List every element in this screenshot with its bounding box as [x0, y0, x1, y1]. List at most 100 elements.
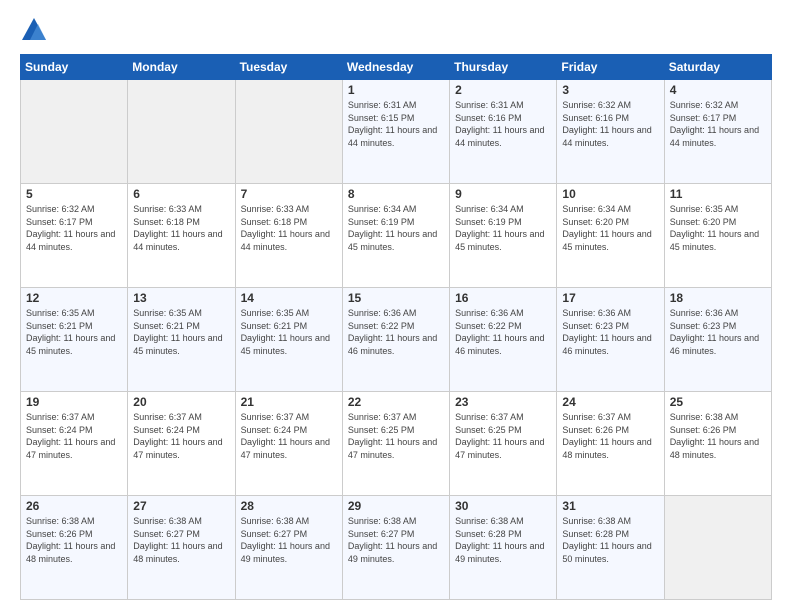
calendar-cell: 3 Sunrise: 6:32 AM Sunset: 6:16 PM Daylig…: [557, 80, 664, 184]
col-header-tuesday: Tuesday: [235, 55, 342, 80]
day-number: 19: [26, 395, 122, 409]
day-info: Sunrise: 6:36 AM Sunset: 6:22 PM Dayligh…: [455, 307, 551, 357]
day-info: Sunrise: 6:36 AM Sunset: 6:23 PM Dayligh…: [670, 307, 766, 357]
calendar-cell: 4 Sunrise: 6:32 AM Sunset: 6:17 PM Daylig…: [664, 80, 771, 184]
day-info: Sunrise: 6:34 AM Sunset: 6:19 PM Dayligh…: [348, 203, 444, 253]
day-info: Sunrise: 6:31 AM Sunset: 6:15 PM Dayligh…: [348, 99, 444, 149]
day-info: Sunrise: 6:38 AM Sunset: 6:28 PM Dayligh…: [455, 515, 551, 565]
calendar-week-1: 1 Sunrise: 6:31 AM Sunset: 6:15 PM Daylig…: [21, 80, 772, 184]
calendar-cell: 29 Sunrise: 6:38 AM Sunset: 6:27 PM Dayli…: [342, 496, 449, 600]
day-number: 8: [348, 187, 444, 201]
calendar-cell: 22 Sunrise: 6:37 AM Sunset: 6:25 PM Dayli…: [342, 392, 449, 496]
day-number: 7: [241, 187, 337, 201]
day-number: 27: [133, 499, 229, 513]
day-info: Sunrise: 6:34 AM Sunset: 6:20 PM Dayligh…: [562, 203, 658, 253]
day-info: Sunrise: 6:35 AM Sunset: 6:21 PM Dayligh…: [241, 307, 337, 357]
day-info: Sunrise: 6:38 AM Sunset: 6:27 PM Dayligh…: [133, 515, 229, 565]
day-number: 14: [241, 291, 337, 305]
calendar-week-5: 26 Sunrise: 6:38 AM Sunset: 6:26 PM Dayli…: [21, 496, 772, 600]
day-number: 13: [133, 291, 229, 305]
day-number: 28: [241, 499, 337, 513]
calendar-cell: 5 Sunrise: 6:32 AM Sunset: 6:17 PM Daylig…: [21, 184, 128, 288]
day-info: Sunrise: 6:36 AM Sunset: 6:22 PM Dayligh…: [348, 307, 444, 357]
day-number: 23: [455, 395, 551, 409]
logo: [20, 16, 52, 44]
calendar-header-row: SundayMondayTuesdayWednesdayThursdayFrid…: [21, 55, 772, 80]
calendar-cell: 27 Sunrise: 6:38 AM Sunset: 6:27 PM Dayli…: [128, 496, 235, 600]
day-number: 2: [455, 83, 551, 97]
calendar-cell: 16 Sunrise: 6:36 AM Sunset: 6:22 PM Dayli…: [450, 288, 557, 392]
col-header-saturday: Saturday: [664, 55, 771, 80]
day-info: Sunrise: 6:34 AM Sunset: 6:19 PM Dayligh…: [455, 203, 551, 253]
day-number: 10: [562, 187, 658, 201]
calendar-cell: 8 Sunrise: 6:34 AM Sunset: 6:19 PM Daylig…: [342, 184, 449, 288]
calendar-week-2: 5 Sunrise: 6:32 AM Sunset: 6:17 PM Daylig…: [21, 184, 772, 288]
day-info: Sunrise: 6:33 AM Sunset: 6:18 PM Dayligh…: [241, 203, 337, 253]
calendar-cell: [664, 496, 771, 600]
day-number: 21: [241, 395, 337, 409]
calendar-table: SundayMondayTuesdayWednesdayThursdayFrid…: [20, 54, 772, 600]
day-number: 26: [26, 499, 122, 513]
day-info: Sunrise: 6:38 AM Sunset: 6:28 PM Dayligh…: [562, 515, 658, 565]
calendar-cell: 2 Sunrise: 6:31 AM Sunset: 6:16 PM Daylig…: [450, 80, 557, 184]
day-number: 17: [562, 291, 658, 305]
day-info: Sunrise: 6:32 AM Sunset: 6:16 PM Dayligh…: [562, 99, 658, 149]
logo-icon: [20, 16, 48, 44]
day-info: Sunrise: 6:38 AM Sunset: 6:27 PM Dayligh…: [241, 515, 337, 565]
calendar-cell: 26 Sunrise: 6:38 AM Sunset: 6:26 PM Dayli…: [21, 496, 128, 600]
day-info: Sunrise: 6:37 AM Sunset: 6:25 PM Dayligh…: [455, 411, 551, 461]
day-info: Sunrise: 6:37 AM Sunset: 6:24 PM Dayligh…: [133, 411, 229, 461]
day-info: Sunrise: 6:31 AM Sunset: 6:16 PM Dayligh…: [455, 99, 551, 149]
day-info: Sunrise: 6:37 AM Sunset: 6:24 PM Dayligh…: [241, 411, 337, 461]
day-info: Sunrise: 6:37 AM Sunset: 6:24 PM Dayligh…: [26, 411, 122, 461]
day-number: 16: [455, 291, 551, 305]
calendar-cell: 10 Sunrise: 6:34 AM Sunset: 6:20 PM Dayli…: [557, 184, 664, 288]
calendar-cell: 31 Sunrise: 6:38 AM Sunset: 6:28 PM Dayli…: [557, 496, 664, 600]
calendar-cell: 30 Sunrise: 6:38 AM Sunset: 6:28 PM Dayli…: [450, 496, 557, 600]
day-number: 4: [670, 83, 766, 97]
calendar-cell: 24Sunrise: 6:37 AM Sunset: 6:26 PM Dayli…: [557, 392, 664, 496]
day-number: 3: [562, 83, 658, 97]
calendar-cell: 20 Sunrise: 6:37 AM Sunset: 6:24 PM Dayli…: [128, 392, 235, 496]
calendar-cell: 13 Sunrise: 6:35 AM Sunset: 6:21 PM Dayli…: [128, 288, 235, 392]
day-number: 30: [455, 499, 551, 513]
calendar-cell: 6Sunrise: 6:33 AM Sunset: 6:18 PM Daylig…: [128, 184, 235, 288]
day-number: 11: [670, 187, 766, 201]
day-info: Sunrise: 6:35 AM Sunset: 6:20 PM Dayligh…: [670, 203, 766, 253]
day-number: 1: [348, 83, 444, 97]
day-number: 31: [562, 499, 658, 513]
col-header-monday: Monday: [128, 55, 235, 80]
day-number: 24: [562, 395, 658, 409]
day-info: Sunrise: 6:38 AM Sunset: 6:26 PM Dayligh…: [26, 515, 122, 565]
day-info: Sunrise: 6:32 AM Sunset: 6:17 PM Dayligh…: [26, 203, 122, 253]
calendar-cell: 9 Sunrise: 6:34 AM Sunset: 6:19 PM Daylig…: [450, 184, 557, 288]
page: SundayMondayTuesdayWednesdayThursdayFrid…: [0, 0, 792, 612]
day-number: 5: [26, 187, 122, 201]
day-info: Sunrise: 6:37 AM Sunset: 6:25 PM Dayligh…: [348, 411, 444, 461]
calendar-cell: 17 Sunrise: 6:36 AM Sunset: 6:23 PM Dayli…: [557, 288, 664, 392]
calendar-cell: 14 Sunrise: 6:35 AM Sunset: 6:21 PM Dayli…: [235, 288, 342, 392]
day-info: Sunrise: 6:33 AM Sunset: 6:18 PM Dayligh…: [133, 203, 229, 253]
calendar-cell: 23 Sunrise: 6:37 AM Sunset: 6:25 PM Dayli…: [450, 392, 557, 496]
day-info: Sunrise: 6:35 AM Sunset: 6:21 PM Dayligh…: [26, 307, 122, 357]
calendar-cell: [128, 80, 235, 184]
day-number: 29: [348, 499, 444, 513]
calendar-week-3: 12Sunrise: 6:35 AM Sunset: 6:21 PM Dayli…: [21, 288, 772, 392]
day-number: 20: [133, 395, 229, 409]
day-number: 18: [670, 291, 766, 305]
calendar-cell: 18 Sunrise: 6:36 AM Sunset: 6:23 PM Dayli…: [664, 288, 771, 392]
day-number: 25: [670, 395, 766, 409]
day-info: Sunrise: 6:35 AM Sunset: 6:21 PM Dayligh…: [133, 307, 229, 357]
calendar-cell: 25Sunrise: 6:38 AM Sunset: 6:26 PM Dayli…: [664, 392, 771, 496]
calendar-cell: [21, 80, 128, 184]
calendar-cell: 1 Sunrise: 6:31 AM Sunset: 6:15 PM Daylig…: [342, 80, 449, 184]
day-number: 22: [348, 395, 444, 409]
day-number: 15: [348, 291, 444, 305]
day-info: Sunrise: 6:32 AM Sunset: 6:17 PM Dayligh…: [670, 99, 766, 149]
calendar-cell: 7 Sunrise: 6:33 AM Sunset: 6:18 PM Daylig…: [235, 184, 342, 288]
col-header-friday: Friday: [557, 55, 664, 80]
calendar-cell: 15 Sunrise: 6:36 AM Sunset: 6:22 PM Dayli…: [342, 288, 449, 392]
day-info: Sunrise: 6:36 AM Sunset: 6:23 PM Dayligh…: [562, 307, 658, 357]
day-info: Sunrise: 6:38 AM Sunset: 6:27 PM Dayligh…: [348, 515, 444, 565]
day-number: 9: [455, 187, 551, 201]
